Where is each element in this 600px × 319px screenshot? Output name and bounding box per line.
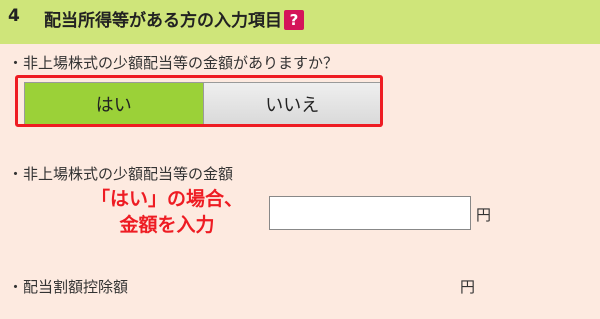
- deduction-unit: 円: [460, 278, 476, 296]
- section-header: 4 配当所得等がある方の入力項目 ?: [0, 0, 600, 44]
- instruction-annotation: 「はい」の場合、 金額を入力: [76, 186, 258, 238]
- amount-input[interactable]: [269, 196, 471, 230]
- highlight-box: [15, 75, 383, 127]
- amount-unit: 円: [476, 206, 492, 224]
- dividend-deduction-label: ・配当割額控除額: [8, 278, 129, 296]
- section-title: 配当所得等がある方の入力項目: [44, 11, 282, 31]
- question-small-dividend-exists: ・非上場株式の少額配当等の金額がありますか？: [8, 54, 339, 72]
- section-number: 4: [8, 6, 20, 26]
- annotation-line-2: 金額を入力: [119, 214, 215, 236]
- amount-label: ・非上場株式の少額配当等の金額: [8, 165, 234, 183]
- annotation-line-1: 「はい」の場合、: [90, 188, 243, 210]
- help-icon[interactable]: ?: [284, 10, 304, 30]
